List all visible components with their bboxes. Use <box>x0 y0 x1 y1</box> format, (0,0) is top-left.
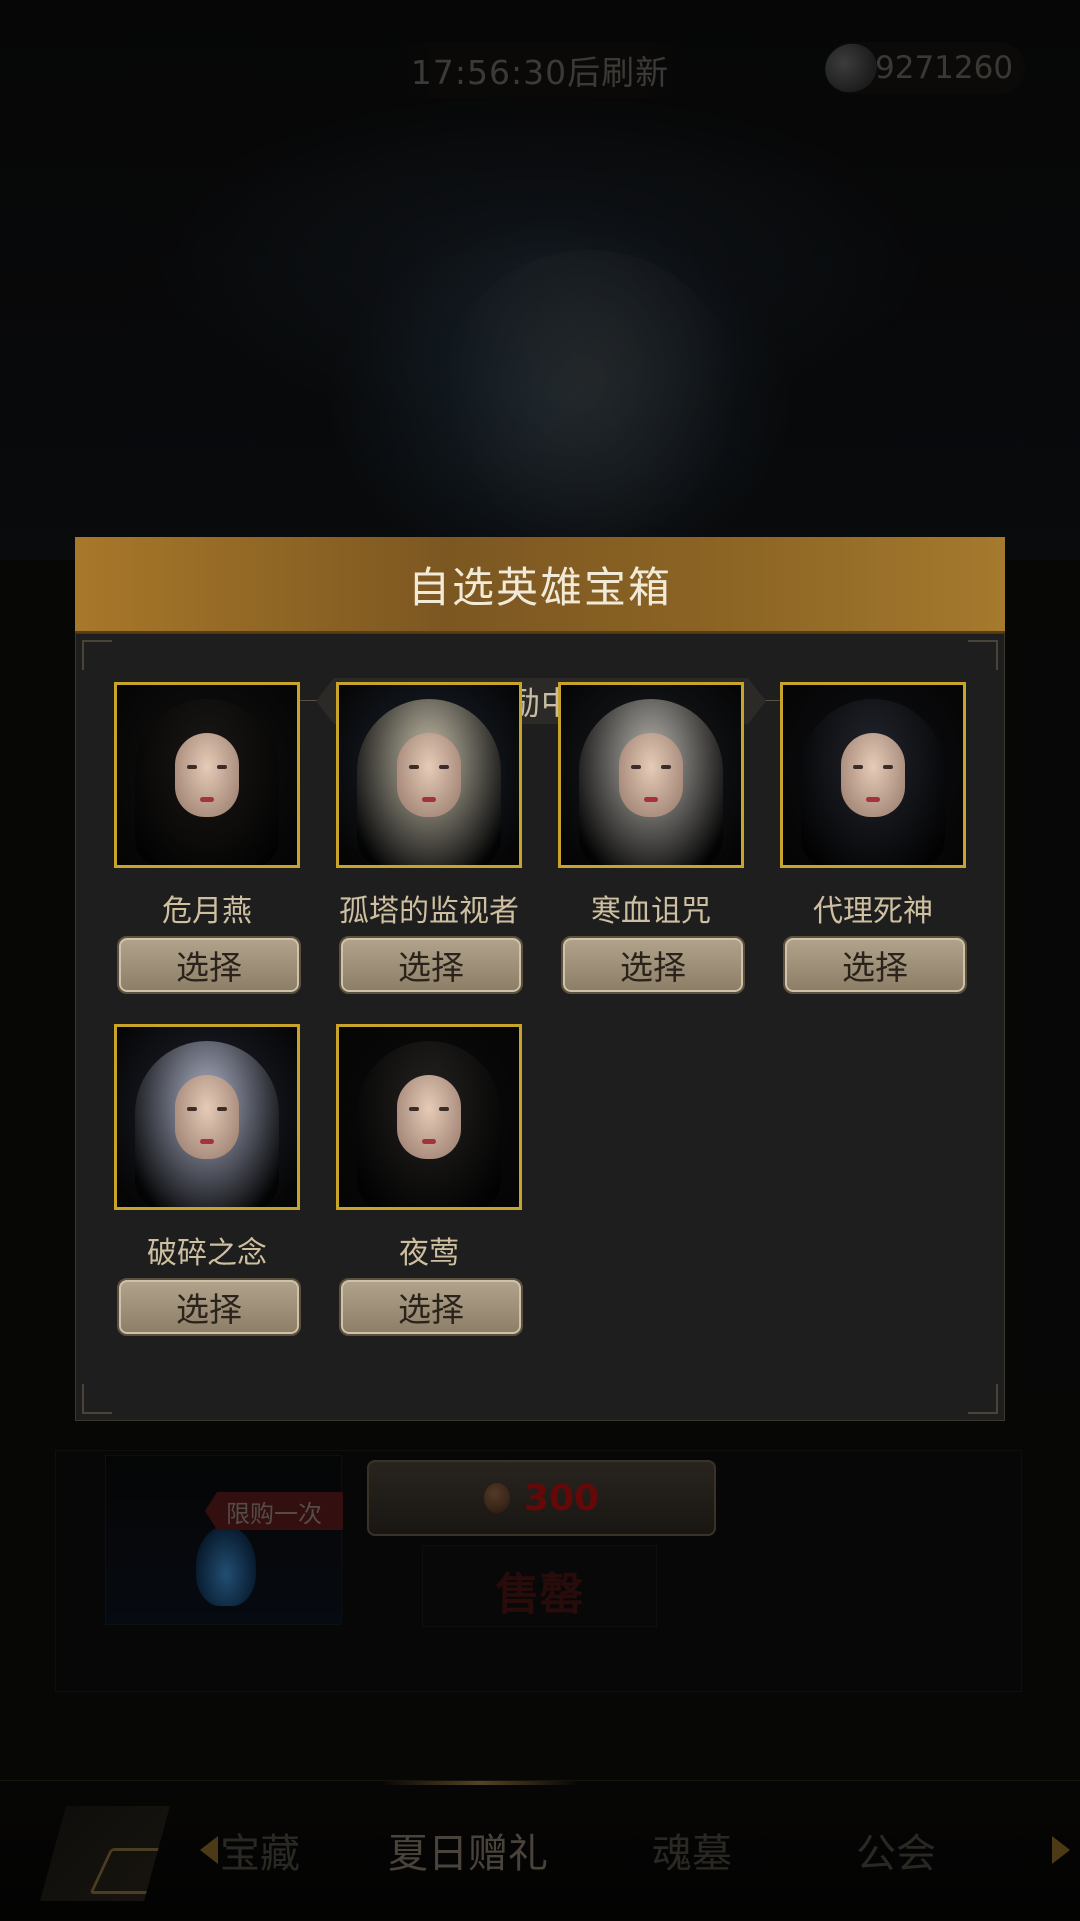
portrait-face <box>397 1075 461 1159</box>
hero-portrait[interactable] <box>558 682 744 868</box>
hero-portrait[interactable] <box>114 682 300 868</box>
portrait-eye <box>439 765 449 769</box>
hero-card: 代理死神 选择 <box>780 682 967 994</box>
hero-portrait[interactable] <box>114 1024 300 1210</box>
hero-portrait[interactable] <box>336 682 522 868</box>
portrait-lips <box>422 797 436 802</box>
hero-grid: 危月燕 选择 孤塔的监视者 选择 寒血诅咒 选择 代理死神 选择 破碎之念 选择 夜莺 选择 <box>76 634 1004 1420</box>
portrait-lips <box>200 797 214 802</box>
portrait-eye <box>853 765 863 769</box>
portrait-eye <box>661 765 671 769</box>
portrait-lips <box>644 797 658 802</box>
hero-card: 孤塔的监视者 选择 <box>336 682 523 994</box>
portrait-face <box>397 733 461 817</box>
portrait-lips <box>866 797 880 802</box>
portrait-face <box>175 733 239 817</box>
portrait-lips <box>200 1139 214 1144</box>
portrait-eye <box>631 765 641 769</box>
select-button[interactable]: 选择 <box>339 936 523 994</box>
hero-card: 夜莺 选择 <box>336 1024 523 1336</box>
select-button[interactable]: 选择 <box>339 1278 523 1336</box>
hero-card: 寒血诅咒 选择 <box>558 682 745 994</box>
portrait-eye <box>409 1107 419 1111</box>
hero-chest-modal: 自选英雄宝箱 从以下奖励中选择一种 危月燕 选择 孤塔的监视者 选择 寒血诅咒 选择 代理死… <box>75 537 1005 1421</box>
modal-header: 自选英雄宝箱 <box>75 537 1005 633</box>
hero-portrait[interactable] <box>336 1024 522 1210</box>
modal-body: 从以下奖励中选择一种 危月燕 选择 孤塔的监视者 选择 寒血诅咒 选择 代理死神 选择 破碎之念… <box>75 633 1005 1421</box>
portrait-eye <box>409 765 419 769</box>
portrait-face <box>619 733 683 817</box>
select-button[interactable]: 选择 <box>783 936 967 994</box>
portrait-face <box>175 1075 239 1159</box>
portrait-lips <box>422 1139 436 1144</box>
select-button[interactable]: 选择 <box>117 936 301 994</box>
hero-card: 危月燕 选择 <box>114 682 301 994</box>
hero-name: 破碎之念 <box>147 1236 267 1271</box>
hero-card: 破碎之念 选择 <box>114 1024 301 1336</box>
select-button[interactable]: 选择 <box>561 936 745 994</box>
hero-portrait[interactable] <box>780 682 966 868</box>
portrait-eye <box>883 765 893 769</box>
hero-name: 危月燕 <box>162 894 252 929</box>
portrait-eye <box>217 765 227 769</box>
portrait-eye <box>439 1107 449 1111</box>
hero-name: 寒血诅咒 <box>591 894 711 929</box>
hero-name: 夜莺 <box>399 1236 459 1271</box>
portrait-eye <box>187 1107 197 1111</box>
hero-name: 孤塔的监视者 <box>339 894 519 929</box>
portrait-eye <box>217 1107 227 1111</box>
portrait-eye <box>187 765 197 769</box>
portrait-face <box>841 733 905 817</box>
hero-name: 代理死神 <box>813 894 933 929</box>
modal-title: 自选英雄宝箱 <box>407 562 672 612</box>
select-button[interactable]: 选择 <box>117 1278 301 1336</box>
